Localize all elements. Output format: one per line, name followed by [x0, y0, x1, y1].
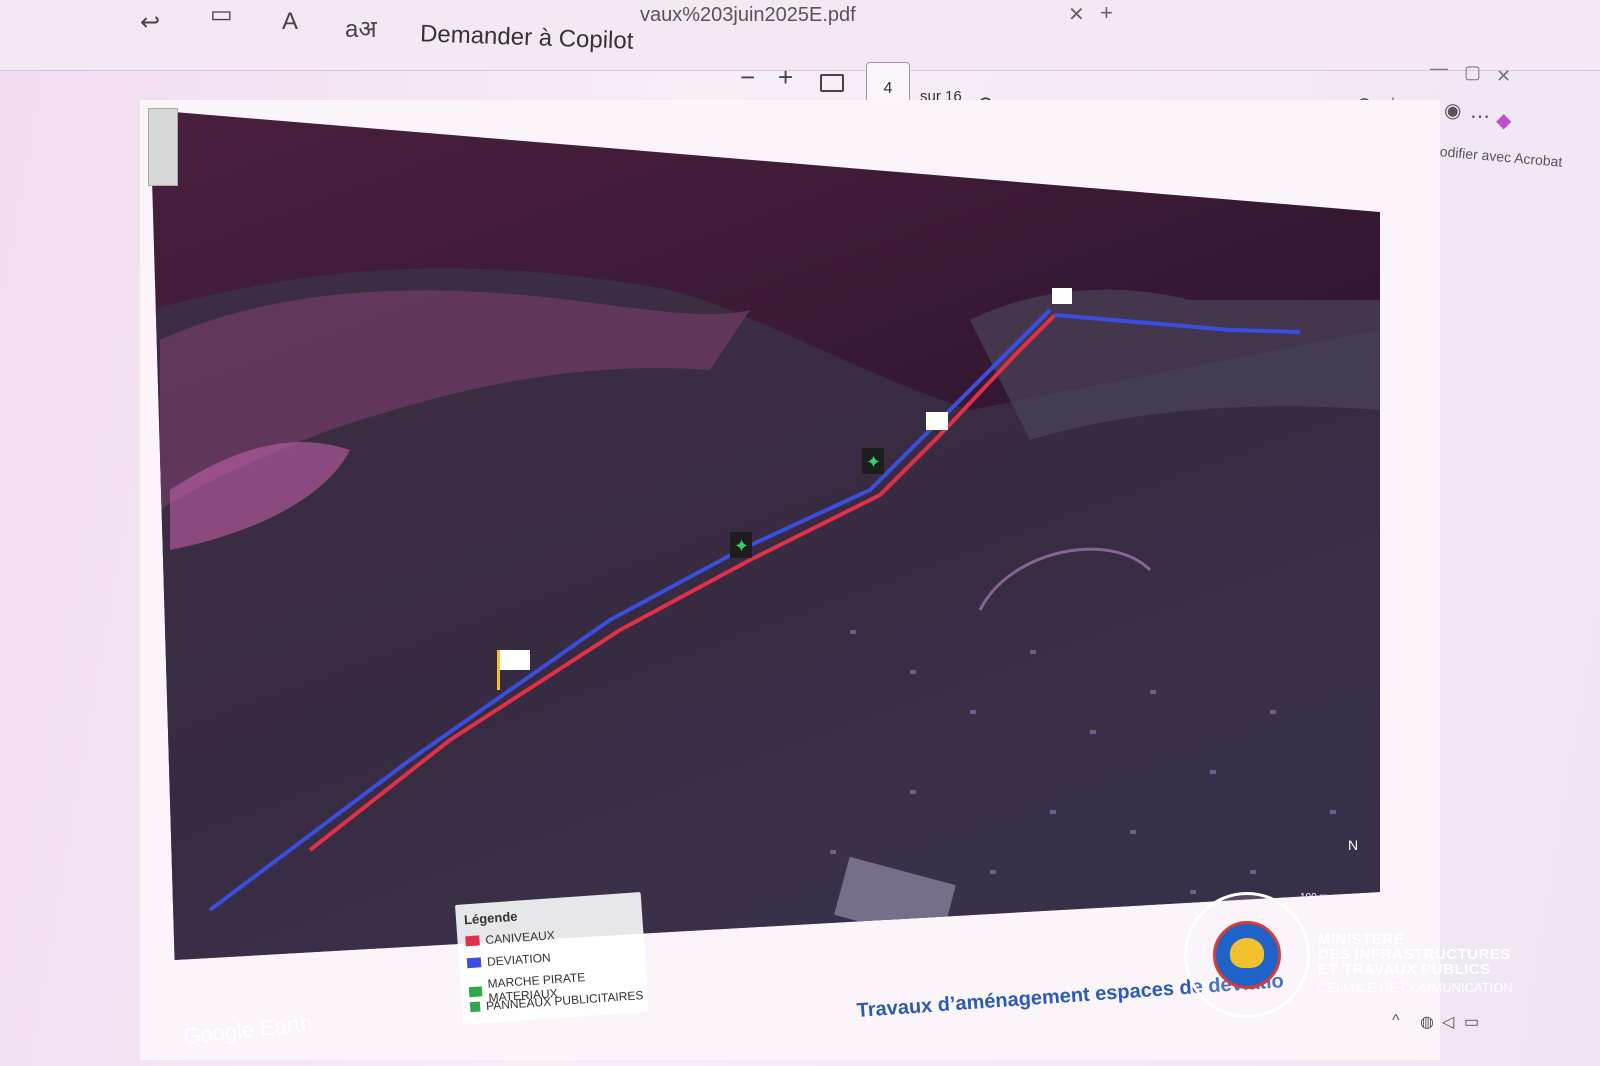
map-overlay: ✦ ✦ N 100 m — [150, 268, 1380, 960]
ministry-line-3: ET TRAVAUX PUBLICS — [1318, 961, 1491, 978]
tray-chevron-icon[interactable]: ^ — [1392, 1012, 1400, 1030]
ministry-line-2: DES INFRASTRUCTURES — [1318, 946, 1511, 963]
ministry-seal — [1184, 892, 1310, 1018]
canal-swatch-icon — [465, 935, 480, 947]
back-icon[interactable]: ↩ — [140, 8, 160, 37]
billboard-marker-3[interactable] — [1052, 288, 1072, 304]
book-icon[interactable]: ▭ — [210, 0, 233, 29]
profile-icon[interactable]: ◉ — [1444, 98, 1461, 123]
translate-icon[interactable]: aअ — [345, 12, 377, 45]
copilot-icon[interactable]: ◆ — [1496, 108, 1511, 133]
projected-screen: ↩ ▭ A aअ Demander à Copilot vaux%203juin… — [0, 0, 1600, 1066]
ministry-name: MINISTERE DES INFRASTRUCTURES ET TRAVAUX… — [1318, 932, 1511, 977]
volume-icon[interactable]: ◁ — [1442, 1012, 1454, 1032]
legend-label: DEVIATION — [486, 950, 552, 969]
legend-item-deviation: DEVIATION — [466, 950, 552, 970]
market-swatch-icon — [468, 986, 483, 998]
pirate-market-marker-2[interactable]: ✦ — [862, 448, 884, 474]
seal-emblem — [1213, 921, 1281, 989]
zoom-out-button[interactable]: − — [740, 62, 755, 93]
map-nav-strip[interactable] — [148, 108, 178, 186]
close-window-icon[interactable]: ✕ — [1496, 66, 1511, 87]
new-tab-button[interactable]: + — [1100, 0, 1113, 26]
maximize-icon[interactable]: ▢ — [1464, 62, 1481, 83]
more-icon[interactable]: ⋯ — [1470, 104, 1490, 129]
svg-text:✦: ✦ — [866, 452, 881, 472]
flag-swatch-icon — [469, 1001, 481, 1013]
edit-with-acrobat-button[interactable]: Modifier avec Acrobat — [1428, 142, 1564, 170]
minimize-icon[interactable]: — — [1430, 58, 1448, 79]
pirate-market-marker-1[interactable]: ✦ — [730, 532, 752, 558]
legend-title: Légende — [463, 908, 518, 928]
leopard-icon — [1230, 938, 1264, 968]
zoom-in-button[interactable]: + — [778, 62, 793, 93]
fit-width-icon[interactable] — [820, 74, 844, 92]
tab-close-icon[interactable]: ✕ — [1068, 2, 1085, 27]
map-legend: Légende CANIVEAUX DEVIATION MARCHE PIRAT… — [455, 892, 649, 1025]
ministry-line-1: MINISTERE — [1318, 931, 1405, 948]
legend-item-canals: CANIVEAUX — [465, 928, 555, 948]
read-aloud-icon[interactable]: A — [282, 8, 298, 36]
satellite-map: ✦ ✦ N 100 m — [150, 110, 1380, 960]
ministry-subtitle: CELLULE DE COMMUNICATION — [1318, 980, 1513, 995]
svg-text:✦: ✦ — [734, 536, 749, 556]
north-arrow-icon: N — [1348, 837, 1358, 853]
billboard-marker-2[interactable] — [926, 412, 948, 430]
legend-label: CANIVEAUX — [485, 928, 556, 947]
tab-title[interactable]: vaux%203juin2025E.pdf — [640, 4, 856, 27]
network-icon[interactable]: ◍ — [1420, 1012, 1434, 1032]
deviation-swatch-icon — [466, 957, 482, 969]
battery-icon[interactable]: ▭ — [1464, 1012, 1479, 1032]
